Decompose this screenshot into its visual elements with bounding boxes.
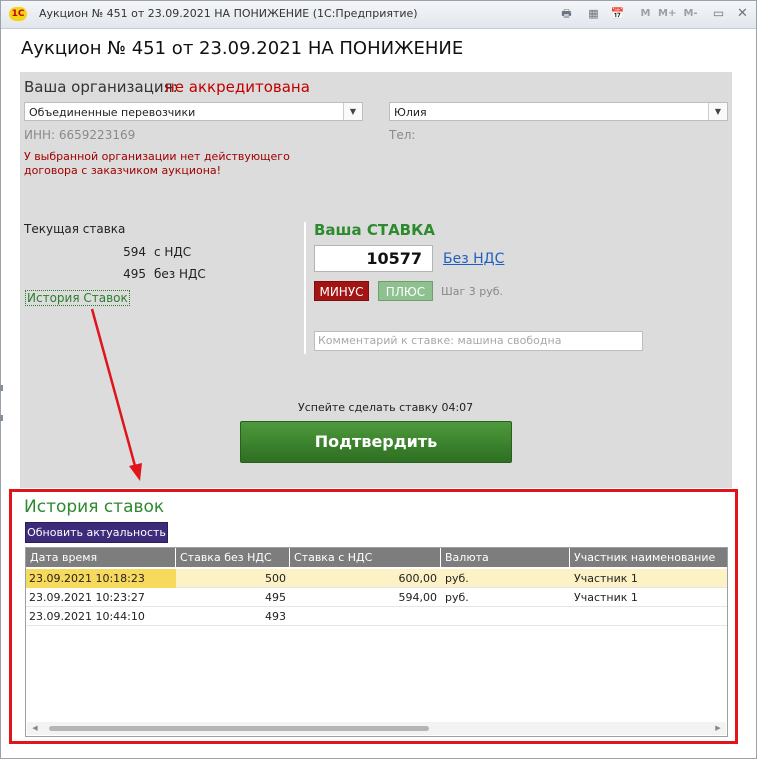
cell-participant: Участник 1 — [574, 572, 638, 585]
vat-mode-link[interactable]: Без НДС — [443, 251, 504, 267]
scrollbar-thumb[interactable] — [49, 726, 429, 731]
bid-comment-input[interactable]: Комментарий к ставке: машина свободна — [314, 331, 643, 351]
column-header-bid-without-vat[interactable]: Ставка без НДС — [176, 548, 290, 567]
plus-button[interactable]: ПЛЮС — [378, 281, 433, 301]
your-bid-title: Ваша СТАВКА — [314, 221, 435, 239]
cell-participant — [574, 607, 724, 626]
cell-bid-without-vat: 500 — [265, 572, 286, 585]
column-header-bid-with-vat[interactable]: Ставка с НДС — [290, 548, 441, 567]
bid-history-table: Дата время Ставка без НДС Ставка с НДС В… — [25, 547, 728, 737]
window-edge-marker — [0, 385, 3, 391]
cell-bid-with-vat: 594,00 — [398, 591, 438, 604]
accreditation-status: не аккредитована — [165, 78, 310, 96]
minus-button[interactable]: МИНУС — [314, 281, 369, 301]
calendar-icon[interactable]: 📅 — [609, 5, 626, 22]
cell-currency: руб. — [445, 591, 469, 604]
horizontal-scrollbar[interactable]: ◀ ▶ — [27, 722, 726, 735]
cell-datetime: 23.09.2021 10:18:23 — [26, 569, 176, 588]
table-row[interactable]: 23.09.2021 10:44:10 493 — [26, 607, 727, 626]
close-icon[interactable]: ✕ — [734, 5, 751, 22]
cell-datetime: 23.09.2021 10:44:10 — [29, 610, 145, 623]
contact-select[interactable]: Юлия ▼ — [389, 102, 728, 121]
print-icon[interactable]: 🖶 — [558, 5, 575, 22]
current-bid-without-vat: 495 — [123, 267, 146, 281]
current-bid-title: Текущая ставка — [24, 222, 126, 236]
organization-value: Объединенные перевозчики — [29, 106, 196, 119]
table-row[interactable]: 23.09.2021 10:18:23 500 600,00 руб. Учас… — [26, 569, 727, 588]
history-title: История ставок — [24, 497, 165, 517]
column-header-currency[interactable]: Валюта — [441, 548, 570, 567]
calculator-icon[interactable]: ▦ — [585, 5, 602, 22]
with-vat-label: с НДС — [154, 245, 192, 259]
cell-participant: Участник 1 — [574, 591, 638, 604]
organization-select[interactable]: Объединенные перевозчики ▼ — [24, 102, 363, 121]
cell-bid-with-vat: 600,00 — [398, 572, 438, 585]
cell-datetime: 23.09.2021 10:23:27 — [29, 591, 145, 604]
divider — [304, 222, 306, 354]
scroll-right-icon[interactable]: ▶ — [712, 722, 724, 735]
column-header-participant[interactable]: Участник наименование — [570, 548, 727, 567]
confirm-button[interactable]: Подтвердить — [240, 421, 512, 463]
column-header-datetime[interactable]: Дата время — [26, 548, 176, 567]
page-title: Аукцион № 451 от 23.09.2021 НА ПОНИЖЕНИЕ — [21, 38, 464, 59]
scroll-left-icon[interactable]: ◀ — [29, 722, 41, 735]
contact-value: Юлия — [394, 106, 427, 119]
cell-currency: руб. — [445, 572, 469, 585]
cell-bid-without-vat: 495 — [265, 591, 286, 604]
current-bid-with-vat: 594 — [123, 245, 146, 259]
organization-label: Ваша организация: — [24, 78, 178, 96]
cell-currency — [445, 607, 565, 626]
without-vat-label: без НДС — [154, 267, 206, 281]
timer-text: Успейте сделать ставку 04:07 — [298, 401, 474, 414]
memory-plus-icon[interactable]: M+ — [658, 5, 676, 22]
bid-step-text: Шаг 3 руб. — [441, 285, 504, 298]
cell-bid-without-vat: 493 — [265, 610, 286, 623]
app-logo: 1С — [9, 7, 27, 21]
inn-text: ИНН: 6659223169 — [24, 128, 136, 142]
table-header: Дата время Ставка без НДС Ставка с НДС В… — [26, 548, 727, 567]
chevron-down-icon[interactable]: ▼ — [343, 103, 362, 120]
bid-amount-input[interactable]: 10577 — [314, 245, 433, 272]
phone-label: Тел: — [389, 128, 416, 142]
title-bar: 1С Аукцион № 451 от 23.09.2021 НА ПОНИЖЕ… — [1, 1, 756, 29]
bid-history-link[interactable]: История Ставок — [25, 290, 130, 306]
cell-bid-with-vat — [290, 607, 437, 626]
window-edge-marker — [0, 415, 3, 421]
contract-warning: У выбранной организации нет действующего… — [24, 150, 290, 177]
memory-icon[interactable]: M — [637, 5, 654, 22]
chevron-down-icon[interactable]: ▼ — [708, 103, 727, 120]
table-row[interactable]: 23.09.2021 10:23:27 495 594,00 руб. Учас… — [26, 588, 727, 607]
refresh-button[interactable]: Обновить актуальность — [25, 522, 168, 543]
memory-minus-icon[interactable]: M- — [682, 5, 699, 22]
window-title: Аукцион № 451 от 23.09.2021 НА ПОНИЖЕНИЕ… — [39, 7, 418, 20]
minimize-icon[interactable]: ▭ — [710, 5, 727, 22]
